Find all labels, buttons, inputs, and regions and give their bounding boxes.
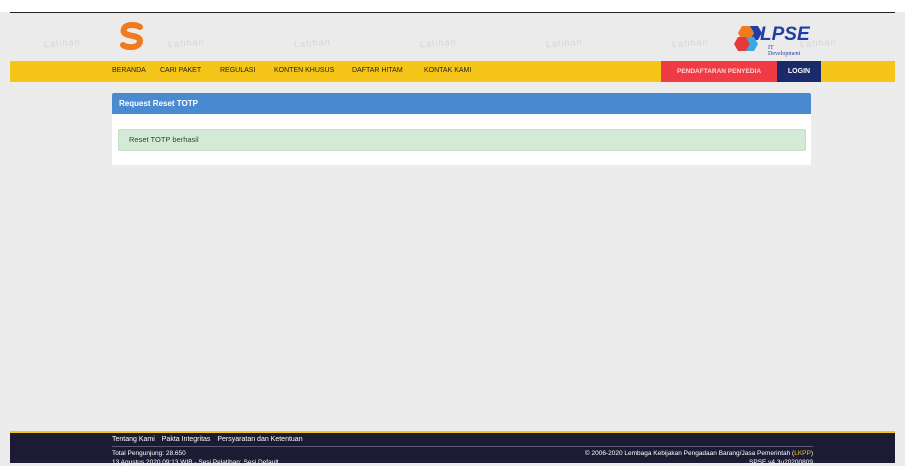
footer-divider <box>112 446 813 447</box>
login-button[interactable]: LOGIN <box>777 61 821 82</box>
register-provider-button[interactable]: PENDAFTARAN PENYEDIA <box>661 61 777 82</box>
top-bar <box>0 0 905 12</box>
footer-link-pakta-integritas[interactable]: Pakta Integritas <box>162 436 211 443</box>
footer-link-tentang-kami[interactable]: Tentang Kami <box>112 436 155 443</box>
nav-beranda[interactable]: BERANDA <box>112 67 146 74</box>
panel-title: Request Reset TOTP <box>112 93 811 114</box>
success-alert: Reset TOTP berhasil <box>118 129 806 151</box>
nav-cari-paket[interactable]: CARI PAKET <box>160 67 201 74</box>
nav-regulasi[interactable]: REGULASI <box>220 67 255 74</box>
copyright-prefix: © 2006-2020 Lembaga Kebijakan Pengadaan … <box>584 450 795 457</box>
nav-konten-khusus[interactable]: KONTEN KHUSUS <box>274 67 334 74</box>
nav-kontak-kami[interactable]: KONTAK KAMI <box>424 67 471 74</box>
footer-links: Tentang Kami Pakta Integritas Persyarata… <box>112 436 308 443</box>
lpse-logo-subtext: IT Development <box>768 45 801 57</box>
lkpp-link[interactable]: LKPP <box>794 450 811 457</box>
visitor-count: Total Pengunjung: 28.650 <box>112 450 186 457</box>
main-navbar: BERANDA CARI PAKET REGULASI KONTEN KHUSU… <box>10 61 895 83</box>
nav-daftar-hitam[interactable]: DAFTAR HITAM <box>352 67 403 74</box>
footer: Tentang Kami Pakta Integritas Persyarata… <box>10 431 895 466</box>
copyright-suffix: ) <box>810 450 813 457</box>
lpse-logo-text: LPSE <box>760 24 810 45</box>
copyright: © 2006-2020 Lembaga Kebijakan Pengadaan … <box>585 450 813 457</box>
spse-logo-icon[interactable] <box>118 22 146 50</box>
lpse-logo[interactable]: LPSE IT Development <box>734 24 810 57</box>
footer-link-persyaratan[interactable]: Persyaratan dan Ketentuan <box>217 436 302 443</box>
reset-totp-panel: Request Reset TOTP Reset TOTP berhasil <box>112 93 811 165</box>
